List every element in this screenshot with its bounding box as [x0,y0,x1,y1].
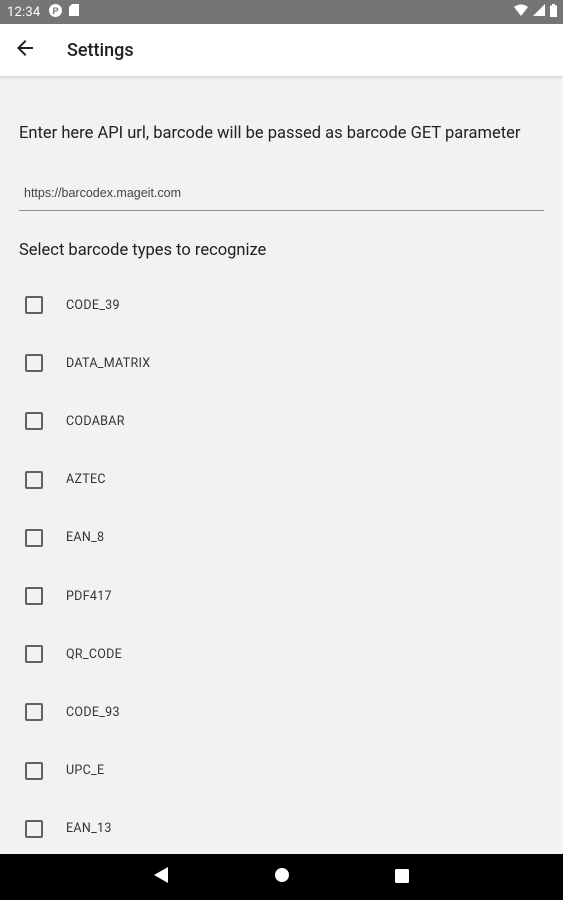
checkbox-label: UPC_E [66,763,105,779]
battery-icon [550,3,557,21]
checkbox-row-aztec[interactable]: AZTEC [0,451,563,509]
arrow-back-icon [17,40,33,60]
checkbox-label: EAN_8 [66,530,105,546]
checkbox[interactable] [25,470,43,489]
checkbox[interactable] [25,761,43,780]
checkbox[interactable] [25,703,43,722]
home-circle-icon [274,867,290,887]
checkbox-label: CODE_39 [66,297,120,313]
checkbox-label: PDF417 [66,588,112,604]
checkbox-label: DATA_MATRIX [66,355,151,371]
checkbox-label: AZTEC [66,472,106,488]
page-title: Settings [67,39,134,61]
checkbox-row-ean13[interactable]: EAN_13 [0,800,563,858]
checkbox[interactable] [25,412,43,431]
checkbox-row-pdf417[interactable]: PDF417 [0,567,563,625]
api-url-input[interactable] [19,179,544,211]
notification-icons: P [49,3,80,21]
checkbox[interactable] [25,528,43,547]
checkbox-label: CODABAR [66,413,125,429]
wifi-icon [514,4,528,20]
api-url-label: Enter here API url, barcode will be pass… [19,124,521,143]
notification-p-icon: P [49,3,63,21]
checkbox-label: CODE_93 [66,704,120,720]
status-bar: 12:34 P [0,0,563,24]
checkbox[interactable] [25,354,43,373]
back-triangle-icon [154,867,168,887]
checkbox[interactable] [25,587,43,606]
back-button[interactable] [0,24,50,76]
signal-icon [533,4,545,20]
status-time: 12:34 [7,4,41,20]
settings-content: Enter here API url, barcode will be pass… [0,76,563,854]
checkbox-row-upc-e[interactable]: UPC_E [0,742,563,800]
recents-square-icon [395,868,409,887]
checkbox-row-code93[interactable]: CODE_93 [0,683,563,741]
checkbox[interactable] [25,645,43,664]
checkbox-row-qr-code[interactable]: QR_CODE [0,625,563,683]
sd-card-icon [69,4,80,20]
nav-recents-button[interactable] [391,867,413,887]
checkbox[interactable] [25,296,43,315]
checkbox-row-ean8[interactable]: EAN_8 [0,509,563,567]
app-bar: Settings [0,24,563,76]
checkbox-row-codabar[interactable]: CODABAR [0,392,563,450]
checkbox-row-code39[interactable]: CODE_39 [0,276,563,334]
nav-back-button[interactable] [150,867,172,887]
checkbox-label: QR_CODE [66,646,123,662]
barcode-types-label: Select barcode types to recognize [19,241,267,260]
barcode-type-list: CODE_39 DATA_MATRIX CODABAR AZTEC EAN_8 … [0,276,563,858]
checkbox-label: EAN_13 [66,821,112,837]
checkbox-row-data-matrix[interactable]: DATA_MATRIX [0,334,563,392]
svg-text:P: P [53,6,59,16]
navigation-bar [0,854,563,900]
nav-home-button[interactable] [271,867,293,887]
system-icons [514,3,557,21]
checkbox[interactable] [25,819,43,838]
